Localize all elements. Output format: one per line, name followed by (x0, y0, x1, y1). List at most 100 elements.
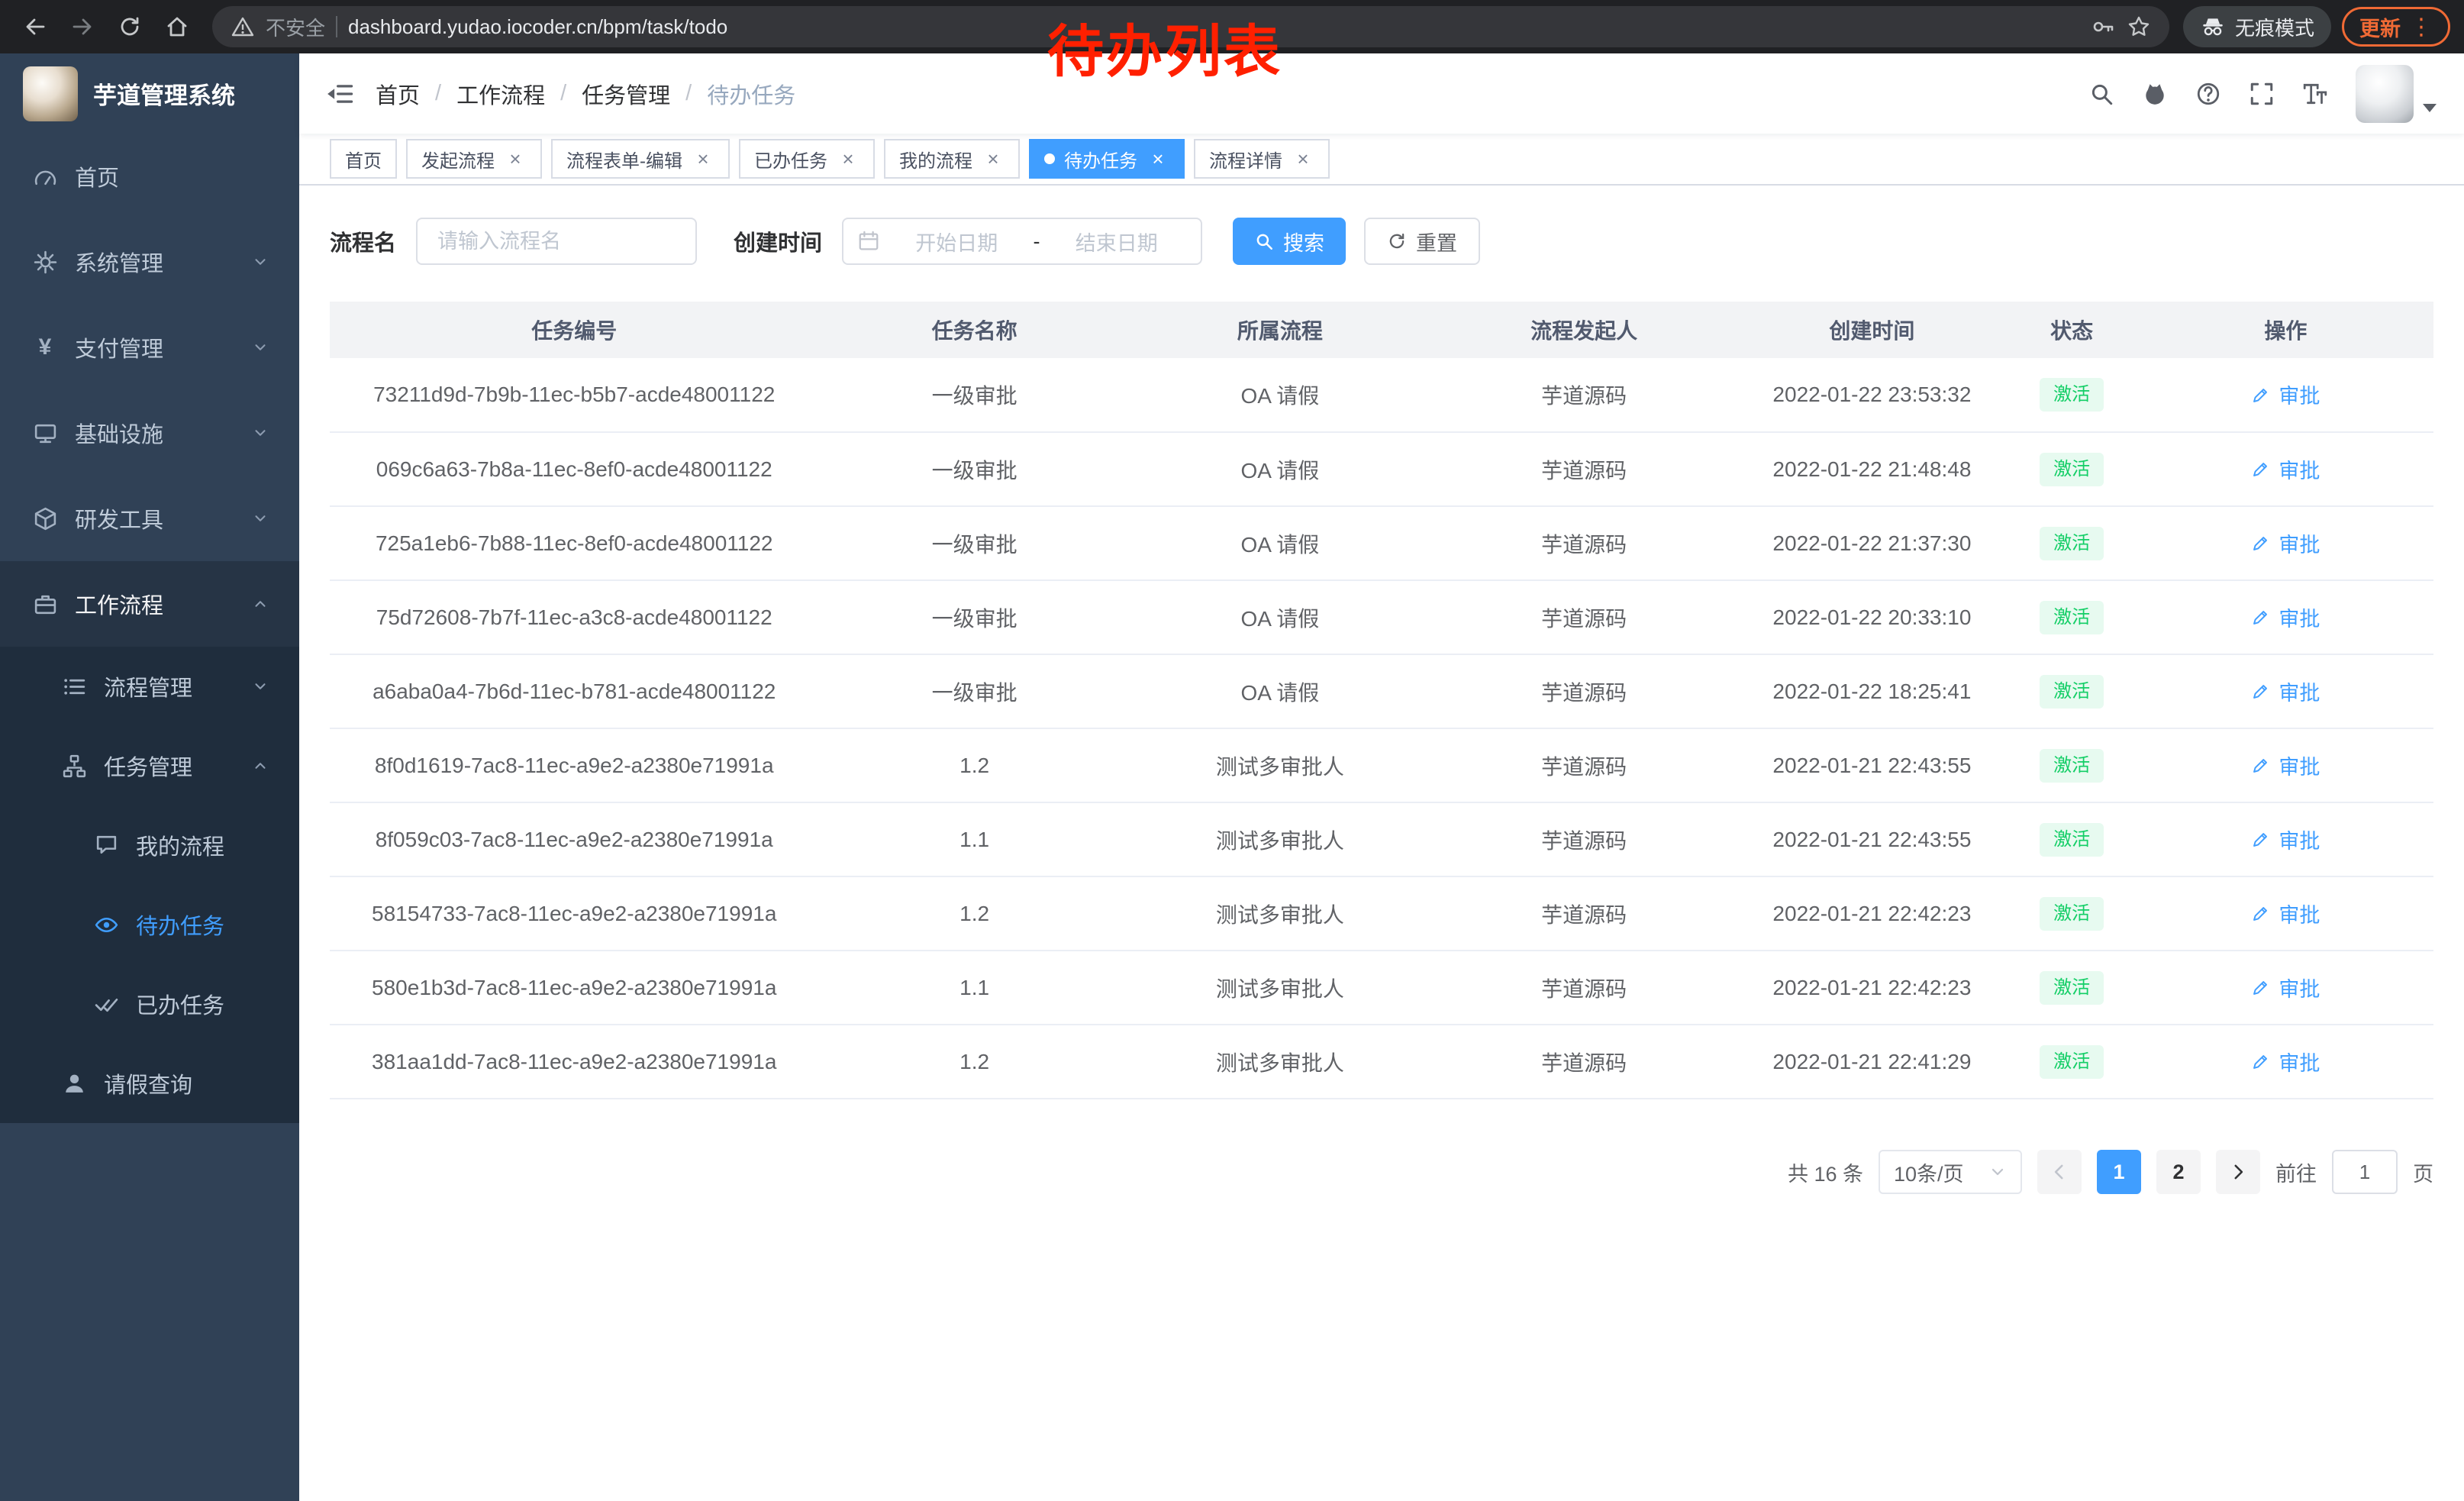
page-size-value: 10条/页 (1894, 1157, 1964, 1187)
table-row: 8f059c03-7ac8-11ec-a9e2-a2380e71991a 1.1… (330, 802, 2433, 876)
close-icon[interactable]: × (1292, 147, 1314, 170)
cell-status: 激活 (2006, 802, 2138, 876)
back-button[interactable] (14, 5, 56, 48)
fullscreen-icon[interactable] (2249, 81, 2275, 107)
user-menu[interactable] (2356, 65, 2437, 123)
annotation-overlay: 待办列表 (1047, 6, 1282, 88)
briefcase-icon (31, 592, 60, 617)
end-date-input[interactable]: 结束日期 (1047, 227, 1188, 257)
key-icon[interactable] (2091, 15, 2116, 39)
tab-start-process[interactable]: 发起流程 × (406, 139, 542, 179)
sidebar-item-infrastructure[interactable]: 基础设施 (0, 390, 299, 476)
sidebar-item-process-management[interactable]: 流程管理 (0, 647, 299, 726)
home-button[interactable] (156, 5, 198, 48)
update-button[interactable]: 更新 ⋮ (2342, 7, 2450, 47)
table-row: 381aa1dd-7ac8-11ec-a9e2-a2380e71991a 1.2… (330, 1025, 2433, 1099)
search-button[interactable]: 搜索 (1233, 218, 1346, 265)
update-label: 更新 (2359, 12, 2401, 42)
cell-initiator: 芋道源码 (1430, 358, 1738, 432)
approve-link[interactable]: 审批 (2251, 454, 2320, 484)
cell-created: 2022-01-21 22:43:55 (1738, 802, 2005, 876)
divider (336, 16, 337, 37)
page-size-select[interactable]: 10条/页 (1879, 1150, 2022, 1194)
approve-link[interactable]: 审批 (2251, 602, 2320, 632)
sidebar-item-workflow[interactable]: 工作流程 (0, 561, 299, 647)
date-range-picker[interactable]: 开始日期 - 结束日期 (842, 218, 1202, 265)
cell-status: 激活 (2006, 358, 2138, 432)
reset-button[interactable]: 重置 (1364, 218, 1480, 265)
sidebar-item-todo-tasks[interactable]: 待办任务 (0, 885, 299, 964)
sidebar-item-payment[interactable]: ¥ 支付管理 (0, 305, 299, 390)
cell-process: OA 请假 (1130, 358, 1430, 432)
help-icon[interactable] (2195, 81, 2221, 107)
cell-initiator: 芋道源码 (1430, 802, 1738, 876)
prev-page-button[interactable] (2037, 1150, 2082, 1194)
close-icon[interactable]: × (1147, 147, 1169, 170)
status-badge: 激活 (2040, 453, 2104, 486)
refresh-button[interactable] (108, 5, 151, 48)
close-icon[interactable]: × (837, 147, 859, 170)
approve-link[interactable]: 审批 (2251, 899, 2320, 928)
reset-icon (1387, 231, 1407, 251)
close-icon[interactable]: × (692, 147, 714, 170)
breadcrumb-item[interactable]: 工作流程 (456, 78, 545, 110)
tab-todo-tasks[interactable]: 待办任务 × (1029, 139, 1185, 179)
status-badge: 激活 (2040, 971, 2104, 1005)
tab-home[interactable]: 首页 (330, 139, 397, 179)
sidebar-item-home[interactable]: 首页 (0, 134, 299, 219)
next-page-button[interactable] (2216, 1150, 2260, 1194)
goto-page-input[interactable] (2332, 1150, 2398, 1194)
sidebar-item-devtools[interactable]: 研发工具 (0, 476, 299, 561)
page-button-2[interactable]: 2 (2156, 1150, 2201, 1194)
fold-sidebar-icon[interactable] (327, 80, 354, 108)
tab-label: 流程表单-编辑 (566, 146, 682, 173)
cell-action: 审批 (2138, 506, 2433, 580)
process-name-input[interactable] (416, 218, 697, 265)
pagination: 共 16 条 10条/页 1 2 前往 页 (330, 1150, 2433, 1194)
cell-process: OA 请假 (1130, 506, 1430, 580)
approve-link[interactable]: 审批 (2251, 973, 2320, 1002)
cell-process: 测试多审批人 (1130, 951, 1430, 1025)
forward-button[interactable] (61, 5, 104, 48)
search-icon[interactable] (2088, 81, 2114, 107)
browser-menu-icon[interactable]: ⋮ (2410, 14, 2433, 40)
forward-icon (70, 15, 95, 39)
col-action: 操作 (2138, 302, 2433, 358)
caret-down-icon (2423, 104, 2437, 112)
approve-link[interactable]: 审批 (2251, 825, 2320, 854)
sidebar-item-task-management[interactable]: 任务管理 (0, 726, 299, 805)
start-date-input[interactable]: 开始日期 (886, 227, 1027, 257)
star-icon[interactable] (2127, 15, 2151, 39)
github-icon[interactable] (2142, 81, 2168, 107)
sidebar-logo[interactable]: 芋道管理系统 (0, 53, 299, 134)
search-icon (1254, 231, 1274, 251)
approve-link[interactable]: 审批 (2251, 676, 2320, 706)
close-icon[interactable]: × (504, 147, 527, 170)
approve-link[interactable]: 审批 (2251, 379, 2320, 409)
page-button-1[interactable]: 1 (2097, 1150, 2141, 1194)
cell-status: 激活 (2006, 432, 2138, 506)
chevron-right-icon (2228, 1162, 2248, 1182)
tab-process-detail[interactable]: 流程详情 × (1194, 139, 1330, 179)
sidebar-item-done-tasks[interactable]: 已办任务 (0, 964, 299, 1044)
font-size-icon[interactable] (2302, 81, 2328, 107)
edit-icon (2251, 681, 2271, 701)
chevron-left-icon (2050, 1162, 2069, 1182)
tabs-bar: 首页 发起流程 × 流程表单-编辑 × 已办任务 × 我的流程 × 待办任务 × (299, 134, 2464, 186)
tab-form-edit[interactable]: 流程表单-编辑 × (551, 139, 730, 179)
approve-link[interactable]: 审批 (2251, 528, 2320, 558)
tab-done-tasks[interactable]: 已办任务 × (739, 139, 875, 179)
cell-task-id: 58154733-7ac8-11ec-a9e2-a2380e71991a (330, 876, 818, 951)
breadcrumb-item[interactable]: 首页 (376, 78, 420, 110)
cell-task-name: 1.2 (818, 1025, 1130, 1099)
cell-process: 测试多审批人 (1130, 876, 1430, 951)
close-icon[interactable]: × (982, 147, 1005, 170)
sidebar-item-system[interactable]: 系统管理 (0, 219, 299, 305)
tab-my-processes[interactable]: 我的流程 × (884, 139, 1020, 179)
sidebar-item-my-processes[interactable]: 我的流程 (0, 805, 299, 885)
breadcrumb-item[interactable]: 任务管理 (582, 78, 670, 110)
approve-link[interactable]: 审批 (2251, 750, 2320, 780)
sidebar-item-leave-query[interactable]: 请假查询 (0, 1044, 299, 1123)
sidebar-item-label: 任务管理 (104, 750, 192, 782)
approve-link[interactable]: 审批 (2251, 1047, 2320, 1077)
